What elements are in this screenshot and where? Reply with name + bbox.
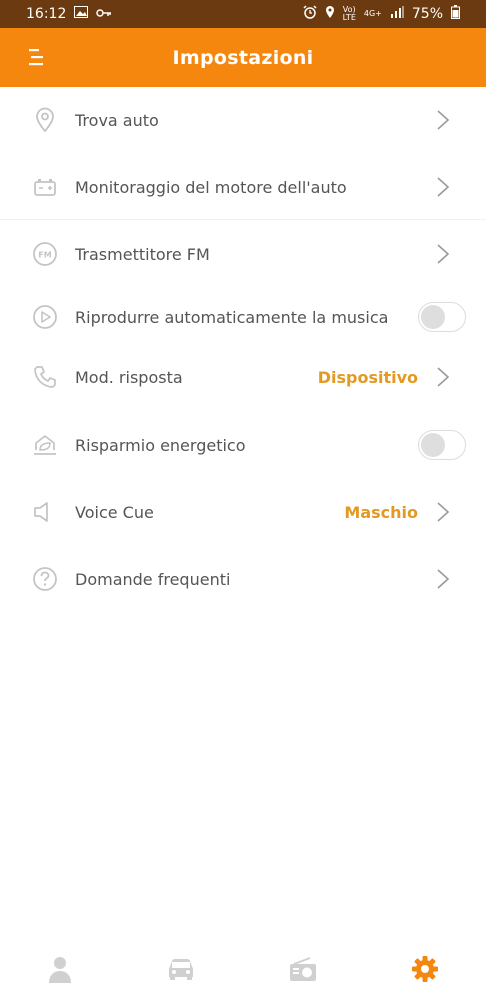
location-icon (325, 5, 335, 23)
phone-icon (32, 364, 58, 390)
setting-value: Dispositivo (317, 367, 418, 387)
toggle-knob (421, 433, 445, 457)
app-header: Impostazioni (0, 28, 486, 87)
volte-bottom: LTE (342, 13, 356, 22)
image-icon (74, 6, 89, 22)
section-divider (0, 219, 486, 220)
car-battery-icon (32, 174, 58, 200)
fm-icon: FM (32, 241, 58, 267)
status-time: 16:12 (26, 6, 67, 22)
setting-label: Mod. risposta (75, 367, 183, 387)
network-type: 4G+ (363, 9, 382, 18)
person-icon (49, 957, 71, 983)
setting-fm-transmitter[interactable]: FM Trasmettitore FM (0, 221, 486, 287)
nav-profile[interactable] (43, 952, 77, 986)
energy-saving-icon (32, 432, 58, 458)
setting-engine-monitoring[interactable]: Monitoraggio del motore dell'auto (0, 154, 486, 220)
radio-icon (290, 957, 316, 981)
speaker-icon (32, 499, 58, 525)
volte-indicator: Vo) LTE (343, 6, 356, 22)
question-circle-icon (32, 566, 58, 592)
car-icon (169, 959, 193, 980)
setting-label: Trova auto (75, 110, 159, 130)
battery-percent: 75% (411, 6, 443, 22)
play-circle-icon (32, 304, 58, 330)
setting-value: Maschio (344, 502, 418, 522)
setting-label: Riprodurre automaticamente la musica (75, 307, 389, 327)
location-pin-icon (32, 107, 58, 133)
gear-icon (412, 956, 438, 982)
chevron-right-icon (437, 244, 450, 264)
bottom-navigation (0, 940, 486, 1000)
chevron-right-icon (437, 110, 450, 130)
setting-label: Voice Cue (75, 502, 154, 522)
menu-icon (29, 49, 43, 66)
setting-label: Trasmettitore FM (75, 244, 210, 264)
alarm-icon (303, 5, 317, 23)
setting-energy-saving: Risparmio energetico (0, 412, 486, 478)
signal-icon (390, 6, 404, 22)
chevron-right-icon (437, 367, 450, 387)
setting-label: Domande frequenti (75, 569, 231, 589)
chevron-right-icon (437, 502, 450, 522)
battery-icon (451, 5, 460, 23)
status-bar: 16:12 Vo) LTE 4G+ 75% (0, 0, 486, 28)
menu-button[interactable] (22, 44, 52, 70)
toggle-knob (421, 305, 445, 329)
energy-saving-toggle[interactable] (418, 430, 466, 460)
page-title: Impostazioni (172, 46, 314, 69)
setting-label: Monitoraggio del motore dell'auto (75, 177, 347, 197)
setting-answer-mode[interactable]: Mod. risposta Dispositivo (0, 344, 486, 410)
autoplay-toggle[interactable] (418, 302, 466, 332)
nav-settings[interactable] (408, 952, 442, 986)
setting-voice-cue[interactable]: Voice Cue Maschio (0, 479, 486, 545)
key-icon (96, 6, 112, 22)
chevron-right-icon (437, 177, 450, 197)
nav-car[interactable] (164, 952, 198, 986)
chevron-right-icon (437, 569, 450, 589)
setting-autoplay-music: Riprodurre automaticamente la musica (0, 284, 486, 350)
setting-faq[interactable]: Domande frequenti (0, 546, 486, 612)
svg-text:FM: FM (38, 251, 51, 260)
setting-label: Risparmio energetico (75, 435, 246, 455)
setting-find-car[interactable]: Trova auto (0, 87, 486, 153)
nav-radio[interactable] (286, 952, 320, 986)
